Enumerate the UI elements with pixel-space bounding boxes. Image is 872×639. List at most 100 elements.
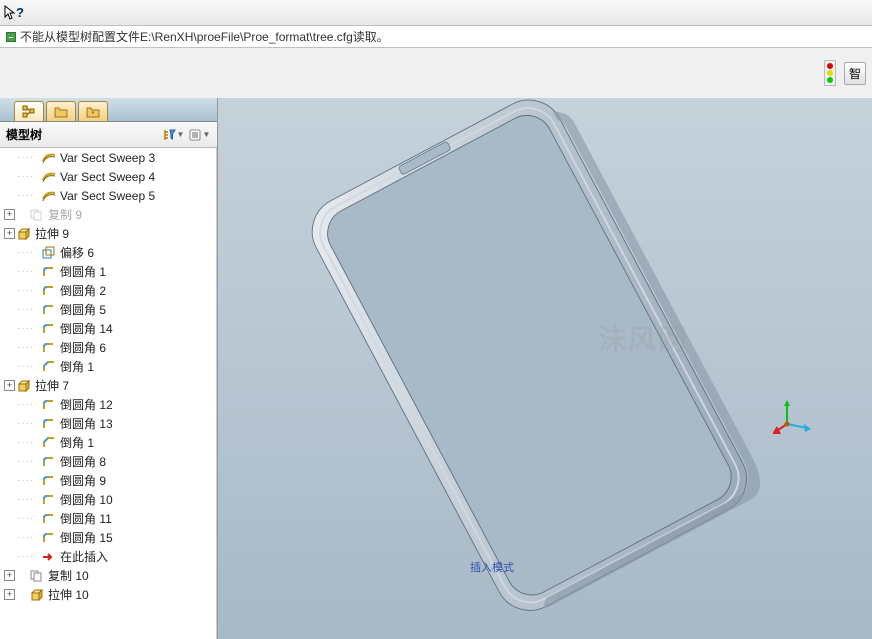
tab-folder[interactable] <box>46 101 76 121</box>
tree-item-label: 偏移 6 <box>60 244 94 261</box>
panel-title: 模型树 <box>6 126 159 143</box>
tree-item[interactable]: ···· Var Sect Sweep 4 <box>0 167 216 186</box>
tree-item-label: 倒圆角 10 <box>60 491 113 508</box>
tree-item-label: 倒圆角 6 <box>60 339 106 356</box>
round-icon <box>41 322 57 336</box>
tree-item[interactable]: + 拉伸 9 <box>0 224 216 243</box>
tree-connector: ···· <box>17 285 41 296</box>
tree-connector: ···· <box>17 361 41 372</box>
round-icon <box>41 512 57 526</box>
tab-favorites[interactable]: * <box>78 101 108 121</box>
panel-header: 模型树 ▼ ▼ <box>0 122 217 148</box>
help-button[interactable]: ? <box>16 5 24 20</box>
tree-item[interactable]: ····倒圆角 12 <box>0 395 216 414</box>
sweep-icon <box>41 151 57 165</box>
tree-item-label: 复制 9 <box>48 206 82 223</box>
tree-item[interactable]: ···· 倒角 1 <box>0 357 216 376</box>
tree-settings-button[interactable]: ▼ <box>187 125 211 145</box>
copy-icon <box>29 208 45 222</box>
tree-item[interactable]: + 拉伸 10 <box>0 585 216 604</box>
tree-item[interactable]: ····倒圆角 14 <box>0 319 216 338</box>
tree-item[interactable]: ···· 倒圆角 5 <box>0 300 216 319</box>
round-icon <box>41 531 57 545</box>
tree-connector: ···· <box>17 532 41 543</box>
tree-item-label: 拉伸 10 <box>48 586 89 603</box>
tree-item-label: 倒圆角 14 <box>60 320 113 337</box>
expand-icon[interactable]: + <box>4 228 15 239</box>
axis-triad-icon <box>773 398 813 438</box>
right-label-button[interactable]: 智 <box>844 62 866 85</box>
tree-item[interactable]: ····倒圆角 1 <box>0 262 216 281</box>
message-bar: 不能从模型树配置文件E:\RenXH\proeFile\Proe_format\… <box>0 26 872 48</box>
round-icon <box>41 398 57 412</box>
tree-item-label: 倒圆角 1 <box>60 263 106 280</box>
sweep-icon <box>41 170 57 184</box>
tree-item[interactable]: ····倒角 1 <box>0 433 216 452</box>
tree-item[interactable]: + 拉伸 7 <box>0 376 216 395</box>
round-icon <box>41 455 57 469</box>
expand-icon[interactable]: + <box>4 380 15 391</box>
tree-connector: ···· <box>17 152 41 163</box>
insert-icon <box>41 550 57 564</box>
tree-connector: ···· <box>17 171 41 182</box>
round-icon <box>41 474 57 488</box>
expand-icon[interactable]: + <box>4 570 15 581</box>
tree-item-label: 倒角 1 <box>60 434 94 451</box>
chamfer-icon <box>41 436 57 450</box>
traffic-light-icon[interactable] <box>824 60 836 86</box>
round-icon <box>41 493 57 507</box>
tree-item[interactable]: ····Var Sect Sweep 5 <box>0 186 216 205</box>
tree-item-label: 拉伸 7 <box>35 377 69 394</box>
round-icon <box>41 417 57 431</box>
round-icon <box>41 265 57 279</box>
tree-item[interactable]: ···· 偏移 6 <box>0 243 216 262</box>
tree-connector: ···· <box>17 190 41 201</box>
tree-connector: ···· <box>17 456 41 467</box>
tree-item-label: 倒角 1 <box>60 358 94 375</box>
viewport-3d[interactable]: 沫风网 插入模式 <box>218 98 872 639</box>
tree-item[interactable]: ···· 倒圆角 6 <box>0 338 216 357</box>
tree-item[interactable]: ····Var Sect Sweep 3 <box>0 148 216 167</box>
tree-item-label: Var Sect Sweep 4 <box>60 170 155 184</box>
tree-item-label: 在此插入 <box>60 548 108 565</box>
tree-item-label: 倒圆角 2 <box>60 282 106 299</box>
tree-filter-button[interactable]: ▼ <box>161 125 185 145</box>
message-text: 不能从模型树配置文件E:\RenXH\proeFile\Proe_format\… <box>20 28 389 45</box>
tree-connector: ···· <box>17 399 41 410</box>
tree-connector: ···· <box>17 247 41 258</box>
tree-connector: ···· <box>17 304 41 315</box>
tab-model-tree[interactable] <box>14 101 44 121</box>
tree-item-label: 倒圆角 11 <box>60 510 112 527</box>
status-strip: 智 <box>822 58 872 88</box>
expand-icon[interactable]: + <box>4 589 15 600</box>
viewport-mode-label: 插入模式 <box>470 559 514 575</box>
tree-item[interactable]: ···· 倒圆角 2 <box>0 281 216 300</box>
tree-connector: ···· <box>17 494 41 505</box>
tree-item[interactable]: +复制 10 <box>0 566 216 585</box>
tree-connector: ···· <box>17 551 41 562</box>
tree-item-label: 倒圆角 5 <box>60 301 106 318</box>
tree-item[interactable]: ···· 倒圆角 10 <box>0 490 216 509</box>
tree-item[interactable]: ···· 在此插入 <box>0 547 216 566</box>
watermark: 沫风网 <box>598 318 688 358</box>
tree-item[interactable]: ····倒圆角 9 <box>0 471 216 490</box>
info-icon <box>6 32 16 42</box>
extrude-icon <box>29 588 45 602</box>
expand-icon[interactable]: + <box>4 209 15 220</box>
model-tree[interactable]: ····Var Sect Sweep 3····Var Sect Sweep 4… <box>0 148 217 639</box>
tree-item[interactable]: ····倒圆角 15 <box>0 528 216 547</box>
tree-item[interactable]: ····倒圆角 8 <box>0 452 216 471</box>
panel-tabs: * <box>0 98 217 122</box>
svg-text:*: * <box>92 111 95 118</box>
tree-item-label: 拉伸 9 <box>35 225 69 242</box>
tree-item[interactable]: ···· 倒圆角 11 <box>0 509 216 528</box>
round-icon <box>41 303 57 317</box>
extrude-icon <box>16 379 32 393</box>
tree-item[interactable]: ····倒圆角 13 <box>0 414 216 433</box>
tree-connector: ···· <box>17 342 41 353</box>
copy-icon <box>29 569 45 583</box>
chamfer-icon <box>41 360 57 374</box>
tree-connector: ···· <box>17 513 41 524</box>
tree-connector: ···· <box>17 475 41 486</box>
tree-item[interactable]: + 复制 9 <box>0 205 216 224</box>
